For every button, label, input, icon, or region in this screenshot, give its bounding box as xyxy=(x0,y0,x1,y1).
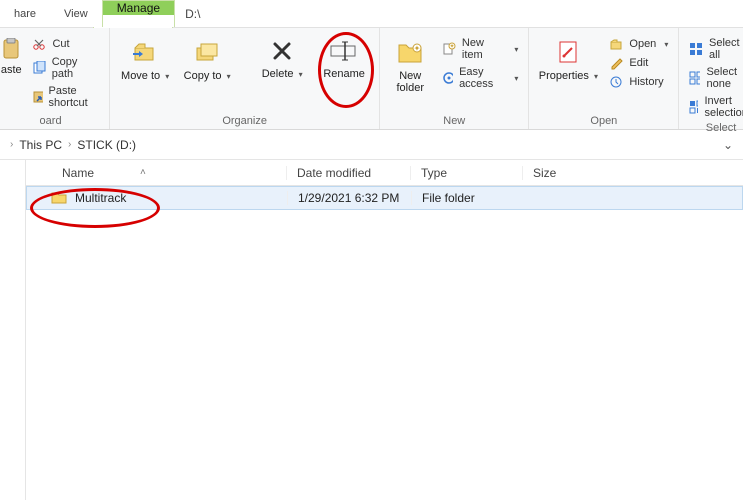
header-name[interactable]: Name ˄ xyxy=(26,166,286,180)
select-all-icon xyxy=(689,42,703,56)
new-group-label: New xyxy=(443,115,465,127)
copy-to-label: Copy to ▾ xyxy=(184,70,231,83)
copy-path-button[interactable]: Copy path xyxy=(30,55,101,81)
chevron-down-icon: ▾ xyxy=(514,45,518,54)
delete-button[interactable]: Delete ▾ xyxy=(255,32,309,81)
tab-share[interactable]: hare xyxy=(0,0,50,27)
chevron-down-icon: ▾ xyxy=(165,72,169,81)
move-to-icon xyxy=(131,38,159,66)
history-label: History xyxy=(629,76,663,88)
breadcrumb-thispc[interactable]: This PC xyxy=(19,138,62,152)
select-none-label: Select none xyxy=(706,66,743,90)
title-tabs: hare View Manage D:\ xyxy=(0,0,743,28)
invert-selection-button[interactable]: Invert selection xyxy=(687,94,743,120)
tab-manage[interactable]: Manage xyxy=(103,1,174,15)
copy-path-label: Copy path xyxy=(52,56,99,80)
move-to-label: Move to ▾ xyxy=(121,70,169,83)
clipboard-icon xyxy=(2,38,20,60)
select-none-button[interactable]: Select none xyxy=(687,65,743,91)
chevron-down-icon[interactable]: ⌄ xyxy=(723,138,733,152)
select-all-button[interactable]: Select all xyxy=(687,36,743,62)
easy-access-icon xyxy=(442,71,453,85)
new-folder-button[interactable]: ✦ New folder xyxy=(388,32,432,94)
svg-text:✦: ✦ xyxy=(414,44,421,53)
cut-label: Cut xyxy=(52,38,69,50)
row-name: Multitrack xyxy=(75,191,126,205)
copy-path-icon xyxy=(32,61,45,75)
breadcrumb[interactable]: › This PC › STICK (D:) ⌄ xyxy=(0,130,743,160)
column-headers[interactable]: Name ˄ Date modified Type Size xyxy=(26,160,743,186)
new-folder-icon: ✦ xyxy=(395,38,425,66)
paste-shortcut-icon xyxy=(32,90,42,104)
window-path: D:\ xyxy=(175,0,210,27)
paste-button[interactable]: aste xyxy=(0,32,22,76)
organize-group-label: Organize xyxy=(222,115,267,127)
edit-label: Edit xyxy=(629,57,648,69)
new-item-button[interactable]: ✦ New item ▾ xyxy=(440,36,520,62)
nav-gutter xyxy=(0,160,26,500)
folder-icon xyxy=(51,191,67,205)
file-pane[interactable]: Name ˄ Date modified Type Size Multitrac… xyxy=(26,160,743,500)
cut-button[interactable]: Cut xyxy=(30,36,101,52)
row-type: File folder xyxy=(411,191,523,205)
copy-to-icon xyxy=(193,38,221,66)
chevron-right-icon: › xyxy=(68,139,71,150)
rename-label: Rename xyxy=(323,68,365,80)
svg-text:✦: ✦ xyxy=(450,43,455,50)
delete-label: Delete ▾ xyxy=(262,68,303,81)
header-type[interactable]: Type xyxy=(410,166,522,180)
edit-icon xyxy=(609,56,623,70)
new-item-label: New item xyxy=(462,37,506,61)
chevron-right-icon: › xyxy=(10,139,13,150)
tab-view[interactable]: View xyxy=(50,0,102,27)
open-label: Open xyxy=(629,38,656,50)
properties-button[interactable]: Properties ▾ xyxy=(537,32,599,83)
chevron-down-icon: ▾ xyxy=(299,70,303,79)
select-all-label: Select all xyxy=(709,37,743,61)
properties-label: Properties ▾ xyxy=(539,70,598,83)
paste-label: aste xyxy=(1,64,22,76)
new-item-icon: ✦ xyxy=(442,42,456,56)
new-folder-label: New folder xyxy=(396,70,424,94)
select-group-label: Select xyxy=(706,122,737,134)
sort-indicator-icon: ˄ xyxy=(140,167,146,178)
delete-x-icon xyxy=(269,38,295,64)
easy-access-button[interactable]: Easy access ▾ xyxy=(440,65,520,91)
move-to-button[interactable]: Move to ▾ xyxy=(118,32,172,83)
select-none-icon xyxy=(689,71,700,85)
header-date[interactable]: Date modified xyxy=(286,166,410,180)
row-date: 1/29/2021 6:32 PM xyxy=(287,191,411,205)
chevron-down-icon: ▾ xyxy=(594,72,598,81)
scissors-icon xyxy=(32,37,46,51)
clipboard-group-label: oard xyxy=(40,115,62,127)
paste-shortcut-label: Paste shortcut xyxy=(49,85,100,109)
easy-access-label: Easy access xyxy=(459,66,506,90)
invert-selection-label: Invert selection xyxy=(704,95,743,119)
open-icon xyxy=(609,37,623,51)
invert-selection-icon xyxy=(689,100,698,114)
open-button[interactable]: Open ▾ xyxy=(607,36,670,52)
paste-shortcut-button[interactable]: Paste shortcut xyxy=(30,84,101,110)
chevron-down-icon: ▾ xyxy=(227,72,231,81)
rename-button[interactable]: Rename xyxy=(317,32,371,80)
chevron-down-icon: ▾ xyxy=(664,40,668,49)
breadcrumb-drive[interactable]: STICK (D:) xyxy=(77,138,136,152)
copy-to-button[interactable]: Copy to ▾ xyxy=(180,32,234,83)
header-size[interactable]: Size xyxy=(522,166,602,180)
properties-icon xyxy=(554,38,582,66)
header-name-label: Name xyxy=(62,166,94,180)
open-group-label: Open xyxy=(590,115,617,127)
history-button[interactable]: History xyxy=(607,74,670,90)
rename-icon xyxy=(329,38,359,64)
chevron-down-icon: ▾ xyxy=(514,74,518,83)
edit-button[interactable]: Edit xyxy=(607,55,670,71)
history-icon xyxy=(609,75,623,89)
ribbon: aste Cut Copy path Paste shortcut oard xyxy=(0,28,743,130)
table-row[interactable]: Multitrack 1/29/2021 6:32 PM File folder xyxy=(26,186,743,210)
